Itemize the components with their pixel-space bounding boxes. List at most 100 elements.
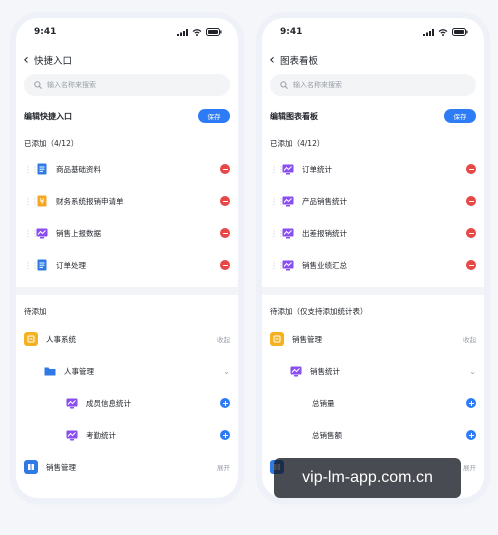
status-time: 9:41 <box>280 27 303 37</box>
remove-icon[interactable] <box>220 196 230 206</box>
remove-icon[interactable] <box>220 164 230 174</box>
added-item-label: 销售上报数据 <box>56 228 101 238</box>
search-input[interactable]: 输入名称来搜索 <box>270 74 476 96</box>
remove-icon[interactable] <box>466 228 476 238</box>
added-item-label: 订单处理 <box>56 260 86 270</box>
status-icons <box>177 28 222 36</box>
added-section-title: 已添加（4/12） <box>270 138 325 148</box>
signal-icon <box>423 28 434 36</box>
tree-subgroup[interactable]: 销售统计 ⌄ <box>262 355 484 387</box>
drag-handle-icon[interactable]: ⋮⋮ <box>24 261 39 270</box>
search-placeholder: 输入名称来搜索 <box>293 81 342 89</box>
drag-handle-icon[interactable]: ⋮⋮ <box>270 261 285 270</box>
collapse-toggle[interactable]: 收起 <box>217 334 230 344</box>
section-divider <box>16 287 238 295</box>
add-icon[interactable] <box>466 398 476 408</box>
add-icon[interactable] <box>466 430 476 440</box>
search-icon <box>280 81 288 89</box>
tree-group-label: 销售管理 <box>292 334 322 344</box>
drag-handle-icon[interactable]: ⋮⋮ <box>24 165 39 174</box>
back-icon[interactable]: ‹ <box>266 53 278 67</box>
tree-leaf[interactable]: 总销售额 <box>262 419 484 451</box>
shortcut-phone-screen: 9:41 ‹ 快捷入口 输入名称来搜索 编辑快捷入口 保存 已添加（4/12） … <box>16 18 238 498</box>
page-title: 图表看板 <box>280 56 319 67</box>
save-button[interactable]: 保存 <box>198 109 230 123</box>
tree-leaf-label: 考勤统计 <box>86 430 116 440</box>
pending-section-title: 待添加（仅支持添加统计表） <box>270 306 368 316</box>
remove-icon[interactable] <box>220 228 230 238</box>
edit-header: 编辑图表看板 保存 <box>262 105 484 127</box>
tree-group-label: 销售管理 <box>46 462 76 472</box>
add-icon[interactable] <box>220 398 230 408</box>
search-placeholder: 输入名称来搜索 <box>47 81 96 89</box>
finance-icon: ¥ <box>36 195 48 207</box>
added-item-label: 出差报销统计 <box>302 228 347 238</box>
drag-handle-icon[interactable]: ⋮⋮ <box>270 197 285 206</box>
status-bar: 9:41 <box>16 18 238 46</box>
section-divider <box>262 287 484 295</box>
added-item-label: 销售业绩汇总 <box>302 260 347 270</box>
search-input[interactable]: 输入名称来搜索 <box>24 74 230 96</box>
tree-group[interactable]: 销售管理 展开 <box>16 451 238 483</box>
added-item[interactable]: ⋮⋮ 销售业绩汇总 <box>262 249 484 281</box>
nav-bar: ‹ 快捷入口 <box>16 46 238 74</box>
added-item[interactable]: ⋮⋮ 订单统计 <box>262 153 484 185</box>
remove-icon[interactable] <box>466 164 476 174</box>
save-button[interactable]: 保存 <box>444 109 476 123</box>
add-icon[interactable] <box>220 430 230 440</box>
status-icons <box>423 28 468 36</box>
chevron-down-icon[interactable]: ⌄ <box>469 367 476 376</box>
tree-leaf-label: 总销售额 <box>312 430 342 440</box>
status-bar: 9:41 <box>262 18 484 46</box>
tree-leaf-label: 总销量 <box>312 398 335 408</box>
drag-handle-icon[interactable]: ⋮⋮ <box>270 229 285 238</box>
edit-title: 编辑图表看板 <box>270 111 318 121</box>
chart-icon <box>282 259 294 271</box>
added-item-label: 产品销售统计 <box>302 196 347 206</box>
tree-leaf[interactable]: 总销量 <box>262 387 484 419</box>
remove-icon[interactable] <box>466 260 476 270</box>
tree-group-label: 人事系统 <box>46 334 76 344</box>
remove-icon[interactable] <box>220 260 230 270</box>
collapse-toggle[interactable]: 收起 <box>463 334 476 344</box>
chevron-down-icon[interactable]: ⌄ <box>223 367 230 376</box>
expand-toggle[interactable]: 展开 <box>217 462 230 472</box>
edit-title: 编辑快捷入口 <box>24 111 72 121</box>
back-icon[interactable]: ‹ <box>20 53 32 67</box>
drag-handle-icon[interactable]: ⋮⋮ <box>270 165 285 174</box>
wifi-icon <box>438 28 448 36</box>
added-item[interactable]: ⋮⋮ 销售上报数据 <box>16 217 238 249</box>
drag-handle-icon[interactable]: ⋮⋮ <box>24 229 39 238</box>
tree-subgroup[interactable]: 人事管理 ⌄ <box>16 355 238 387</box>
signal-icon <box>177 28 188 36</box>
added-item[interactable]: ⋮⋮ 订单处理 <box>16 249 238 281</box>
tree-group[interactable]: 人事系统 收起 <box>16 323 238 355</box>
tree-leaf[interactable]: 考勤统计 <box>16 419 238 451</box>
chart-icon <box>290 365 302 377</box>
added-item[interactable]: ⋮⋮ ¥ 财务系统报销申请单 <box>16 185 238 217</box>
watermark: vip-lm-app.com.cn <box>274 458 461 498</box>
added-section-title: 已添加（4/12） <box>24 138 79 148</box>
chart-icon <box>282 195 294 207</box>
edit-header: 编辑快捷入口 保存 <box>16 105 238 127</box>
document-icon <box>36 259 48 271</box>
tree-subgroup-label: 人事管理 <box>64 366 94 376</box>
status-time: 9:41 <box>34 27 57 37</box>
tree-leaf[interactable]: 成员信息统计 <box>16 387 238 419</box>
added-item[interactable]: ⋮⋮ 出差报销统计 <box>262 217 484 249</box>
tree-group[interactable]: 销售管理 收起 <box>262 323 484 355</box>
added-item[interactable]: ⋮⋮ 商品基础资料 <box>16 153 238 185</box>
pending-section-title: 待添加 <box>24 306 47 316</box>
tree-subgroup-label: 销售统计 <box>310 366 340 376</box>
remove-icon[interactable] <box>466 196 476 206</box>
document-icon <box>36 163 48 175</box>
expand-toggle[interactable]: 展开 <box>463 462 476 472</box>
tree-leaf-label: 成员信息统计 <box>86 398 131 408</box>
wifi-icon <box>192 28 202 36</box>
added-item[interactable]: ⋮⋮ 产品销售统计 <box>262 185 484 217</box>
chart-icon <box>282 227 294 239</box>
battery-icon <box>452 28 468 36</box>
folder-icon <box>44 365 56 377</box>
drag-handle-icon[interactable]: ⋮⋮ <box>24 197 39 206</box>
chart-icon <box>66 429 78 441</box>
